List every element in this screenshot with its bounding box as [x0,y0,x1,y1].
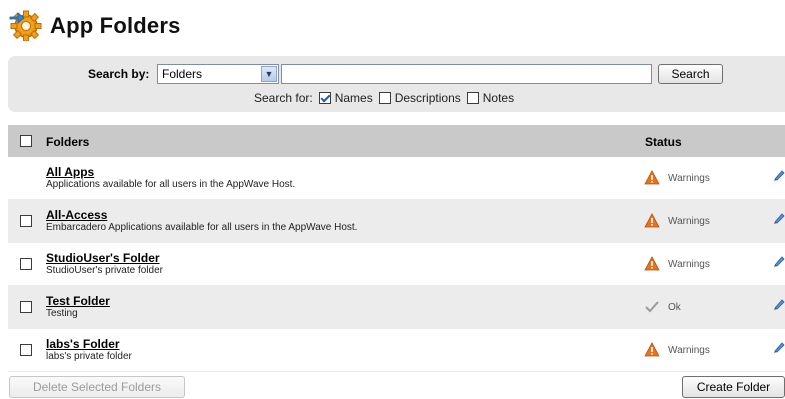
search-by-select[interactable]: Folders ▼ [157,64,279,84]
delete-selected-folders-button[interactable]: Delete Selected Folders [9,376,185,398]
status-text: Warnings [668,345,710,356]
table-row: StudioUser's Folder StudioUser's private… [8,243,785,286]
page-title: App Folders [50,13,181,38]
descriptions-checkbox[interactable] [378,92,391,104]
folders-table: Folders Status All Apps Applications ava… [8,125,785,372]
table-header: Folders Status [8,125,785,157]
search-by-select-value: Folders [162,67,203,81]
names-label: Names [334,91,373,105]
folder-description: Testing [46,308,78,319]
select-all-checkbox[interactable] [20,135,32,147]
notes-checkbox[interactable] [466,92,479,104]
pencil-icon[interactable] [772,211,785,225]
page-header: App Folders [8,6,181,46]
pencil-icon[interactable] [772,254,785,268]
warning-icon [644,256,660,271]
row-checkbox[interactable] [20,215,32,227]
status-column-header: Status [645,135,682,149]
folder-name-link[interactable]: labs's Folder [46,337,120,351]
search-for-row: Search for: Names Descriptions Notes [254,91,514,105]
row-checkbox[interactable] [20,258,32,270]
descriptions-label: Descriptions [394,91,461,105]
warning-icon [644,213,660,228]
search-by-label: Search by: [88,67,150,81]
status-text: Warnings [668,173,710,184]
pencil-icon[interactable] [772,168,785,182]
folder-description: Embarcadero Applications available for a… [46,222,358,233]
pencil-icon[interactable] [772,297,785,311]
chevron-down-icon[interactable]: ▼ [261,66,277,82]
folder-name-link[interactable]: StudioUser's Folder [46,251,160,265]
status-text: Warnings [668,259,710,270]
table-row: labs's Folder labs's private folder Warn… [8,329,785,372]
app-folders-icon [8,7,42,46]
table-row: All Apps Applications available for all … [8,157,785,200]
names-checkbox[interactable] [318,92,331,104]
folder-description: StudioUser's private folder [46,265,163,276]
search-for-label: Search for: [254,91,313,105]
folders-column-header: Folders [46,135,90,149]
pencil-icon[interactable] [772,340,785,354]
warning-icon [644,342,660,357]
status-text: Warnings [668,216,710,227]
notes-label: Notes [482,91,515,105]
search-button[interactable]: Search [658,64,723,84]
table-row: All-Access Embarcadero Applications avai… [8,200,785,243]
row-checkbox[interactable] [20,301,32,313]
create-folder-button[interactable]: Create Folder [682,376,785,398]
table-row: Test Folder Testing Ok [8,286,785,329]
check-icon [645,301,659,313]
folder-name-link[interactable]: All Apps [46,165,94,179]
folder-name-link[interactable]: All-Access [46,208,107,222]
search-panel: Search by: Folders ▼ Search Search for: … [8,56,785,112]
status-text: Ok [668,302,681,313]
folder-description: labs's private folder [46,351,132,362]
row-checkbox[interactable] [20,344,32,356]
search-input[interactable] [281,64,652,84]
warning-icon [644,170,660,185]
folder-description: Applications available for all users in … [46,179,296,190]
folder-name-link[interactable]: Test Folder [46,294,110,308]
